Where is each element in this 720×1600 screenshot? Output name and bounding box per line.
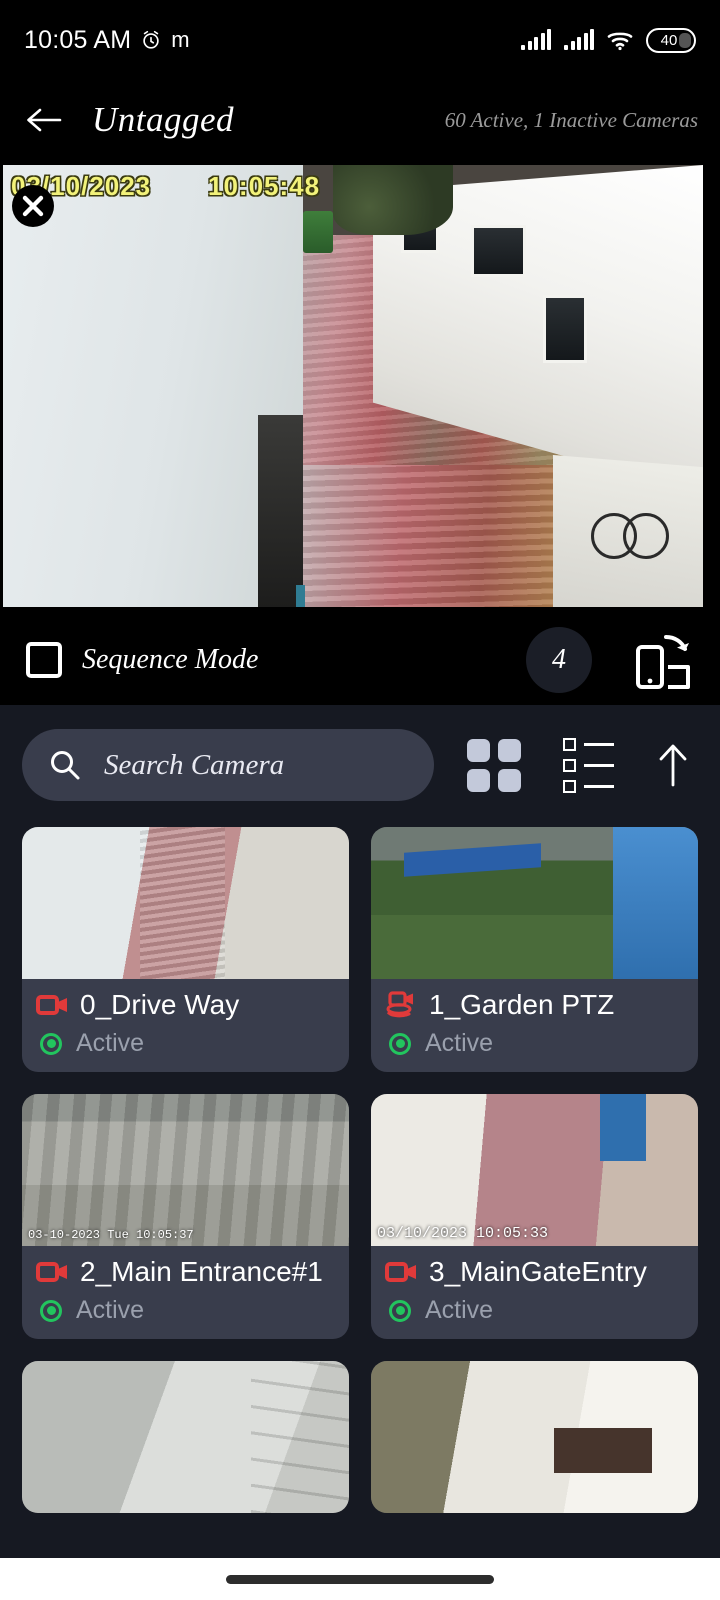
scene-window: [543, 295, 587, 363]
camera-card[interactable]: 0_Drive Way Active: [22, 827, 349, 1072]
thumbnail-timestamp: 03/10/2023 10:05:33: [377, 1225, 549, 1242]
thumbnail-timestamp: 03-10-2023 Tue 10:05:37: [28, 1228, 194, 1242]
status-indicator-icon: [40, 1299, 62, 1322]
camera-status-row: Active: [36, 1029, 335, 1058]
status-indicator-icon: [389, 1299, 411, 1322]
ptz-camera-icon: [386, 991, 413, 1018]
list-view-icon[interactable]: [563, 737, 614, 793]
camera-status-row: Active: [385, 1029, 684, 1058]
rotate-screen-button[interactable]: [632, 629, 694, 691]
camera-thumbnail[interactable]: 03-10-2023 Tue 10:05:37: [22, 1094, 349, 1246]
thumbnail-scene: [371, 1361, 698, 1513]
camera-status: Active: [425, 1296, 494, 1324]
battery-level: 40: [660, 31, 678, 49]
camera-status-row: Active: [36, 1296, 335, 1325]
thumbnail-scene: [371, 827, 698, 979]
camera-list-area: Search Camera 0_Drive Way Active 1_Garde…: [0, 705, 720, 1585]
page-title: Untagged: [92, 100, 235, 139]
scene-pipe: [296, 585, 305, 607]
view-options: [467, 737, 698, 793]
layout-count-value: 4: [552, 644, 566, 675]
video-overlay-time: 10:05:48: [208, 171, 321, 201]
layout-count-button[interactable]: 4: [526, 627, 592, 693]
close-icon: [22, 195, 44, 217]
camera-title-row: 3_MainGateEntry: [385, 1256, 684, 1288]
camera-status: Active: [425, 1029, 494, 1057]
video-player[interactable]: 03/10/2023 10:05:48: [0, 160, 720, 615]
search-placeholder: Search Camera: [104, 748, 285, 781]
home-indicator[interactable]: [226, 1574, 494, 1584]
camera-card[interactable]: 1_Garden PTZ Active: [371, 827, 698, 1072]
up-arrow-icon[interactable]: [656, 742, 690, 788]
app-glyph: m: [171, 27, 190, 52]
camera-thumbnail[interactable]: 03/10/2023 10:05:33: [371, 1094, 698, 1246]
search-input[interactable]: Search Camera: [22, 729, 434, 801]
signal-strength-icon-2: [564, 29, 594, 50]
camera-count-label: 60 Active, 1 Inactive Cameras: [444, 107, 698, 132]
camera-title-row: 1_Garden PTZ: [385, 989, 684, 1021]
app-header: Untagged 60 Active, 1 Inactive Cameras: [0, 80, 720, 160]
clock-time: 10:05 AM: [24, 25, 132, 54]
grid-view-icon[interactable]: [467, 738, 521, 792]
rotate-screen-icon: [636, 635, 690, 689]
camera-card-body: 3_MainGateEntry Active: [371, 1246, 698, 1339]
battery-indicator: 40: [646, 27, 696, 53]
system-navigation-bar: [0, 1558, 720, 1600]
camera-status: Active: [76, 1296, 145, 1324]
alarm-clock-icon: [143, 30, 159, 49]
back-arrow-icon: [27, 108, 62, 132]
thumbnail-scene: [22, 827, 349, 979]
camera-card-body: 0_Drive Way Active: [22, 979, 349, 1072]
close-button[interactable]: [12, 185, 54, 227]
wifi-icon: [607, 32, 633, 51]
camera-card-body: 1_Garden PTZ Active: [371, 979, 698, 1072]
camera-name: 1_Garden PTZ: [429, 989, 615, 1020]
camera-thumbnail[interactable]: [22, 1361, 349, 1513]
camera-card[interactable]: [22, 1361, 349, 1513]
back-button[interactable]: [22, 98, 66, 142]
thumbnail-scene: [22, 1094, 349, 1246]
status-bar-right: 40: [521, 27, 696, 53]
player-controls-right: 4: [526, 627, 694, 693]
thumbnail-scene: [371, 1094, 698, 1246]
search-row: Search Camera: [0, 705, 720, 801]
scene-window: [471, 225, 526, 277]
status-indicator-icon: [40, 1032, 62, 1055]
signal-strength-icon-1: [521, 29, 551, 50]
camera-status: Active: [76, 1029, 145, 1057]
sequence-mode-label: Sequence Mode: [82, 644, 259, 675]
video-camera-icon: [36, 1262, 67, 1282]
camera-title-row: 2_Main Entrance#1: [36, 1256, 335, 1288]
video-frame: [3, 165, 703, 607]
scene-bicycle: [591, 505, 669, 559]
camera-title-row: 0_Drive Way: [36, 989, 335, 1021]
camera-card[interactable]: 03-10-2023 Tue 10:05:37 2_Main Entrance#…: [22, 1094, 349, 1339]
camera-thumbnail[interactable]: [22, 827, 349, 979]
scene-foliage: [333, 165, 453, 235]
camera-name: 2_Main Entrance#1: [80, 1256, 323, 1287]
camera-card[interactable]: 03/10/2023 10:05:33 3_MainGateEntry Acti…: [371, 1094, 698, 1339]
camera-name: 3_MainGateEntry: [429, 1256, 647, 1287]
scene-wall-left: [3, 165, 303, 607]
status-bar-left: 10:05 AM m: [24, 26, 190, 55]
thumbnail-scene: [22, 1361, 349, 1513]
video-stream[interactable]: 03/10/2023 10:05:48: [3, 165, 703, 607]
camera-card-body: 2_Main Entrance#1 Active: [22, 1246, 349, 1339]
status-bar: 10:05 AM m 40: [0, 0, 720, 80]
sequence-mode-toggle[interactable]: Sequence Mode: [26, 642, 258, 678]
video-camera-icon: [36, 995, 67, 1015]
player-controls: Sequence Mode 4: [0, 615, 720, 705]
camera-thumbnail[interactable]: [371, 827, 698, 979]
status-indicator-icon: [389, 1032, 411, 1055]
camera-grid: 0_Drive Way Active 1_Garden PTZ Active 0…: [0, 801, 720, 1513]
sequence-mode-checkbox[interactable]: [26, 642, 62, 678]
scene-bin: [303, 211, 333, 253]
camera-thumbnail[interactable]: [371, 1361, 698, 1513]
camera-status-row: Active: [385, 1296, 684, 1325]
video-camera-icon: [385, 1262, 416, 1282]
camera-card[interactable]: [371, 1361, 698, 1513]
camera-name: 0_Drive Way: [80, 989, 240, 1020]
search-icon: [51, 751, 80, 780]
